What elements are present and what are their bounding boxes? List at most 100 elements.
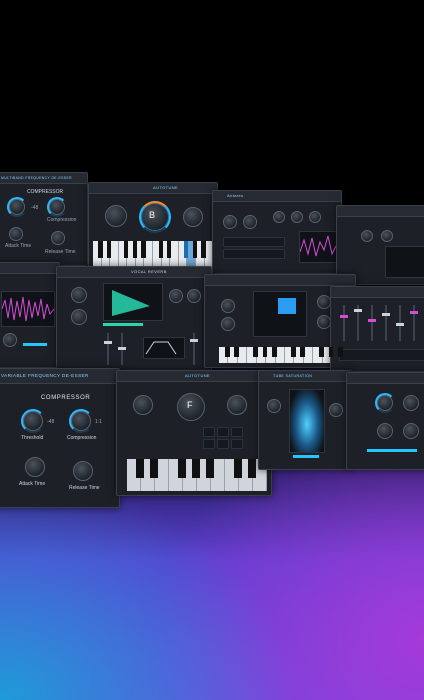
- synth-knob-4[interactable]: [291, 211, 303, 223]
- tube-knob-2[interactable]: [329, 403, 343, 417]
- synth-slot-2[interactable]: [223, 249, 285, 259]
- panel-title: [347, 373, 424, 384]
- tube-display: [289, 389, 325, 453]
- panel-title: [205, 275, 355, 286]
- reverb-fader-2[interactable]: [118, 333, 126, 365]
- waveform: [2, 296, 54, 322]
- eq-ring-1: [375, 393, 395, 413]
- grid-pad-2[interactable]: [217, 427, 229, 437]
- reverb-fader-1[interactable]: [104, 333, 112, 365]
- release-knob[interactable]: [73, 461, 93, 481]
- mid-knob-3[interactable]: [317, 295, 331, 309]
- panel-title: Antares: [213, 191, 341, 202]
- panel-title: MULTIBAND FREQUENCY DE-ESSER: [0, 173, 87, 184]
- retune-knob[interactable]: [105, 205, 127, 227]
- compressor-panel-large: VARIABLE FREQUENCY DE-ESSER COMPRESSOR -…: [0, 368, 120, 508]
- eq-panel-right: [346, 372, 424, 470]
- panel-title: AUTOTUNE: [89, 183, 217, 194]
- envelope-line: [145, 341, 177, 355]
- mixer-fader-1[interactable]: [340, 305, 348, 341]
- mixer-slot[interactable]: [339, 349, 424, 361]
- reverb-display: [103, 283, 163, 321]
- wave-display: [1, 291, 55, 327]
- synth-wave-display: [299, 231, 337, 263]
- extra-knob-1[interactable]: [361, 230, 373, 242]
- reverb-knob-2[interactable]: [71, 309, 87, 325]
- compression-ring: [69, 409, 93, 433]
- mixer-fader-2[interactable]: [354, 305, 362, 341]
- mid-knob-2[interactable]: [221, 317, 235, 331]
- retune-knob[interactable]: [133, 395, 153, 415]
- xy-pad[interactable]: [253, 291, 307, 337]
- grid-pad-5[interactable]: [217, 439, 229, 449]
- grid-pad-4[interactable]: [203, 439, 215, 449]
- mixer-fader-4[interactable]: [382, 305, 390, 341]
- mid-knob-1[interactable]: [221, 299, 235, 313]
- vocal-reverb-panel: VOCAL REVERB: [56, 266, 212, 372]
- grid-pad-1[interactable]: [203, 427, 215, 437]
- reverb-fader-3[interactable]: [190, 333, 198, 365]
- attack-knob[interactable]: [9, 227, 23, 241]
- panel-title: AUTOTUNE: [117, 371, 271, 382]
- grid-pad-6[interactable]: [231, 439, 243, 449]
- humanize-knob[interactable]: [227, 395, 247, 415]
- threshold-label: Threshold: [21, 435, 44, 441]
- section-label: COMPRESSOR: [27, 189, 64, 195]
- tube-panel: TUBE SATURATION: [258, 370, 352, 470]
- reverb-led: [103, 323, 143, 326]
- synth-knob-5[interactable]: [309, 211, 321, 223]
- grid-pad-3[interactable]: [231, 427, 243, 437]
- reverb-shape: [112, 290, 150, 316]
- tube-title: TUBE SATURATION: [273, 374, 313, 378]
- mixer-fader-3[interactable]: [368, 305, 376, 341]
- piano-keyboard[interactable]: [93, 241, 214, 269]
- eq-knob-4[interactable]: [403, 423, 419, 439]
- wave-knob[interactable]: [3, 333, 17, 347]
- panel-title: [0, 263, 59, 274]
- compression-label: Compression: [67, 435, 97, 441]
- mixer-fader-6[interactable]: [410, 305, 418, 341]
- reverb-title: VOCAL REVERB: [131, 269, 167, 274]
- synth-knob-2[interactable]: [243, 215, 257, 229]
- autotune-title: AUTOTUNE: [153, 185, 179, 190]
- piano-keyboard-bottom[interactable]: [127, 459, 267, 491]
- note-display: F: [187, 400, 193, 410]
- attack-knob[interactable]: [25, 457, 45, 477]
- synth-slot[interactable]: [223, 237, 285, 247]
- tube-knob-1[interactable]: [267, 399, 281, 413]
- eq-knob-3[interactable]: [377, 423, 393, 439]
- compression-label: Compression: [47, 217, 77, 223]
- mixer-fader-5[interactable]: [396, 305, 404, 341]
- extra-display: [385, 246, 424, 278]
- autotune-panel-bottom: AUTOTUNE F: [116, 370, 272, 496]
- mid-knob-4[interactable]: [317, 315, 331, 329]
- attack-label: Attack Time: [19, 481, 46, 487]
- compressor-panel-small: MULTIBAND FREQUENCY DE-ESSER COMPRESSOR …: [0, 172, 88, 266]
- mixer-panel: [330, 286, 424, 372]
- extra-panel-top: [336, 205, 424, 285]
- threshold-ring: [21, 409, 45, 433]
- reverb-knob-3[interactable]: [169, 289, 183, 303]
- humanize-knob[interactable]: [183, 207, 203, 227]
- panel-title: VOCAL REVERB: [57, 267, 211, 278]
- synth-knob-1[interactable]: [223, 215, 237, 229]
- reverb-knob-1[interactable]: [71, 287, 87, 303]
- attack-label: Attack Time: [5, 243, 32, 249]
- plugin-collage: MULTIBAND FREQUENCY DE-ESSER COMPRESSOR …: [0, 0, 424, 700]
- synth-wave: [300, 235, 336, 257]
- ratio-value: 1:1: [95, 419, 102, 425]
- panel-title: VARIABLE FREQUENCY DE-ESSER: [0, 369, 119, 384]
- extra-knob-2[interactable]: [381, 230, 393, 242]
- wave-led: [23, 343, 47, 346]
- autotune-title-bottom: AUTOTUNE: [185, 373, 211, 378]
- section-label: COMPRESSOR: [41, 395, 91, 401]
- reverb-knob-4[interactable]: [187, 289, 201, 303]
- synth-knob-3[interactable]: [273, 211, 285, 223]
- panel-title: [331, 287, 424, 298]
- reverb-env: [143, 337, 185, 359]
- eq-knob-2[interactable]: [403, 395, 419, 411]
- release-knob[interactable]: [51, 231, 65, 245]
- eq-led: [367, 449, 417, 452]
- panel-title: [337, 206, 424, 217]
- note-display: B: [149, 210, 156, 220]
